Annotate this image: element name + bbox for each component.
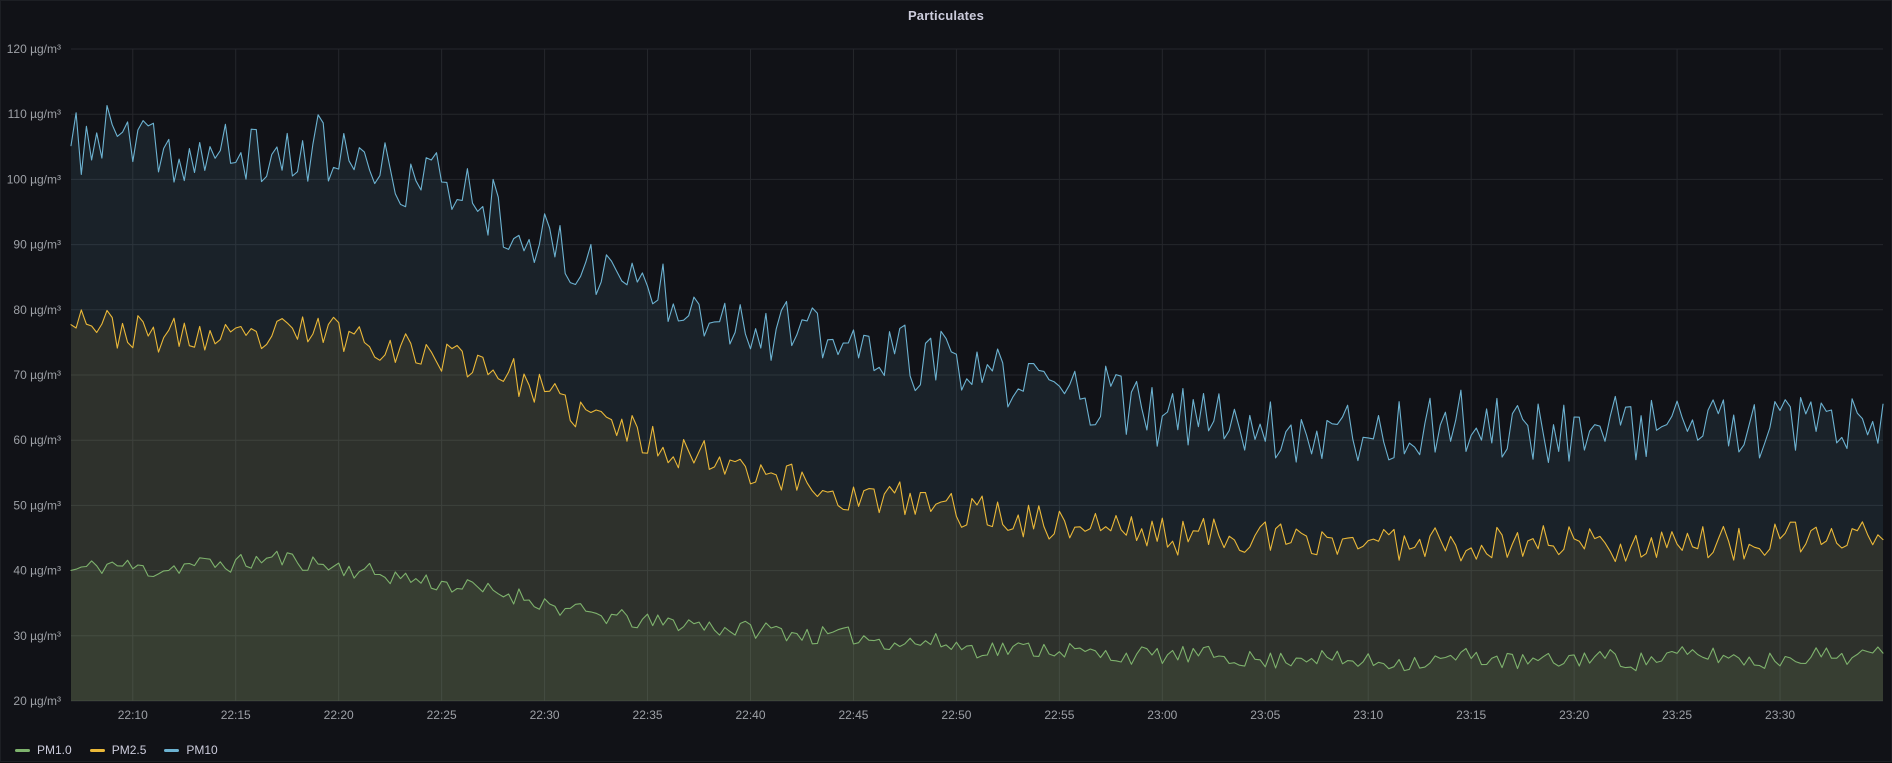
panel-title: Particulates bbox=[908, 8, 984, 23]
y-tick-label: 50 µg/m³ bbox=[13, 498, 61, 512]
x-tick-label: 22:55 bbox=[1044, 708, 1074, 722]
time-series-chart[interactable]: 20 µg/m³ 30 µg/m³ 40 µg/m³ 50 µg/m³ 60 µg/m³… bbox=[1, 29, 1892, 737]
x-tick-label: 23:25 bbox=[1662, 708, 1692, 722]
x-tick-label: 22:50 bbox=[941, 708, 971, 722]
y-tick-label: 90 µg/m³ bbox=[13, 238, 61, 252]
x-tick-label: 22:40 bbox=[735, 708, 765, 722]
x-tick-label: 23:15 bbox=[1456, 708, 1486, 722]
series-fill-pm10 bbox=[71, 106, 1883, 702]
x-tick-label: 22:30 bbox=[530, 708, 560, 722]
y-tick-label: 80 µg/m³ bbox=[13, 303, 61, 317]
legend-swatch-pm10 bbox=[164, 749, 179, 752]
legend: PM1.0 PM2.5 PM10 bbox=[1, 737, 1891, 763]
x-tick-label: 23:10 bbox=[1353, 708, 1383, 722]
x-tick-label: 22:15 bbox=[221, 708, 251, 722]
legend-label-pm2-5: PM2.5 bbox=[112, 744, 147, 756]
x-tick-label: 22:10 bbox=[118, 708, 148, 722]
legend-item-pm1-0[interactable]: PM1.0 bbox=[15, 744, 72, 756]
x-tick-label: 23:00 bbox=[1147, 708, 1177, 722]
x-tick-label: 23:20 bbox=[1559, 708, 1589, 722]
x-tick-label: 22:25 bbox=[427, 708, 457, 722]
x-tick-label: 23:05 bbox=[1250, 708, 1280, 722]
legend-label-pm1-0: PM1.0 bbox=[37, 744, 72, 756]
legend-item-pm2-5[interactable]: PM2.5 bbox=[90, 744, 147, 756]
x-tick-label: 22:20 bbox=[324, 708, 354, 722]
y-tick-label: 40 µg/m³ bbox=[13, 564, 61, 578]
legend-swatch-pm2-5 bbox=[90, 749, 105, 752]
x-tick-label: 22:45 bbox=[838, 708, 868, 722]
y-tick-label: 30 µg/m³ bbox=[13, 629, 61, 643]
y-tick-label: 120 µg/m³ bbox=[7, 42, 61, 56]
y-tick-label: 110 µg/m³ bbox=[8, 107, 61, 121]
x-tick-label: 23:30 bbox=[1765, 708, 1795, 722]
panel-header[interactable]: Particulates bbox=[1, 1, 1891, 29]
y-tick-label: 70 µg/m³ bbox=[13, 368, 61, 382]
y-tick-label: 100 µg/m³ bbox=[7, 172, 61, 186]
legend-item-pm10[interactable]: PM10 bbox=[164, 744, 217, 756]
y-tick-label: 20 µg/m³ bbox=[13, 694, 61, 708]
particulates-panel: Particulates 20 µg/m³ 30 µg/m³ 40 µg/m³ 50 … bbox=[0, 0, 1892, 762]
y-tick-label: 60 µg/m³ bbox=[13, 433, 61, 447]
legend-swatch-pm1-0 bbox=[15, 749, 30, 752]
legend-label-pm10: PM10 bbox=[186, 744, 217, 756]
x-tick-label: 22:35 bbox=[633, 708, 663, 722]
chart-area: 20 µg/m³ 30 µg/m³ 40 µg/m³ 50 µg/m³ 60 µg/m³… bbox=[1, 29, 1891, 737]
